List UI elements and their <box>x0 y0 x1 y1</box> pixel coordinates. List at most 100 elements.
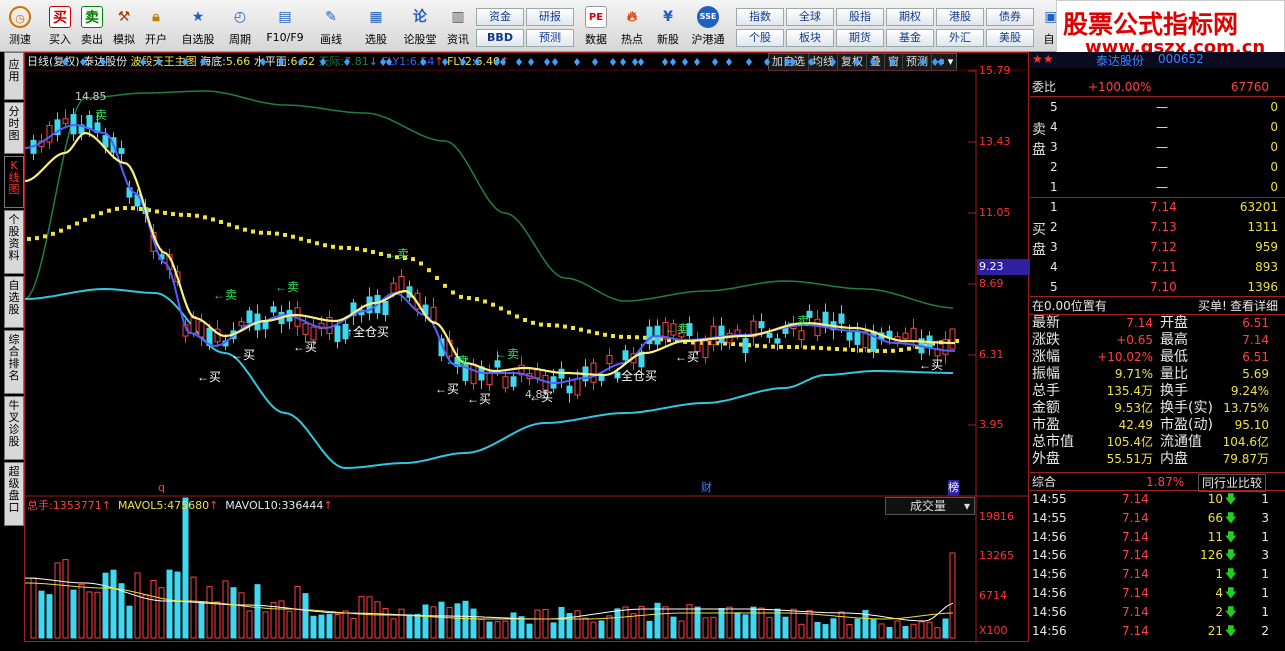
stat-label: 流通值 <box>1160 434 1202 450</box>
stat-value: 9.71% <box>1114 367 1153 381</box>
candle-body <box>702 340 709 359</box>
volume-indicator-select[interactable]: 成交量 ▾ <box>885 497 975 515</box>
tab-watchlist[interactable]: 自选股 <box>4 276 24 328</box>
candle-body <box>118 148 125 154</box>
stat-row: 外盘 55.51万 内盘 79.87万 <box>1030 451 1285 468</box>
stat-row: 涨跌 +0.65 最高 7.14 <box>1030 332 1285 349</box>
tick-volume: 1 <box>1215 567 1223 582</box>
tab-level2[interactable]: 超级盘口 <box>4 462 24 526</box>
hotspot-button[interactable]: 🔥︎ 热点 <box>616 2 648 50</box>
volume-bar <box>422 604 429 639</box>
signal-diamond <box>662 58 668 66</box>
candle-body <box>854 330 861 345</box>
mid-dot <box>203 215 207 220</box>
signal-diamond <box>200 58 206 66</box>
stat-value: 105.4亿 <box>1106 435 1153 449</box>
mid-dot <box>795 345 799 350</box>
index-button[interactable]: 指数 <box>736 8 784 26</box>
volume-bar <box>30 577 37 639</box>
mid-dot <box>523 317 527 322</box>
bonds-button[interactable]: 债券 <box>986 8 1034 26</box>
signal-diamond <box>528 58 534 66</box>
buy-button[interactable]: 买买入 <box>44 2 76 50</box>
vol-value: 1353771 <box>52 499 102 512</box>
tab-ranking[interactable]: 综合排名 <box>4 330 24 394</box>
signal-diamond <box>790 58 796 66</box>
buy-row: 5 7.10 1396 <box>1048 278 1278 297</box>
order-level: 5 <box>1050 100 1058 114</box>
stock-select-button[interactable]: ▦ 选股 <box>358 2 394 50</box>
stock-index-button[interactable]: 股指 <box>836 8 884 26</box>
research-button[interactable]: 研报 <box>526 8 574 26</box>
price-tick-2: 11.05 <box>979 206 1011 219</box>
signal-diamond <box>62 58 68 66</box>
futures-button[interactable]: 期货 <box>836 29 884 47</box>
capital-button[interactable]: 资金 <box>476 8 524 26</box>
forex-button[interactable]: 外汇 <box>936 29 984 47</box>
volume-bar <box>438 601 445 639</box>
kline-chart[interactable]: 日线(复权) 泰达股份 波段天王主图 海底:5.66 水平面:6.62 天际:7… <box>24 52 1030 643</box>
order-price: — <box>1156 160 1168 174</box>
tab-kline[interactable]: K线图 <box>4 156 24 208</box>
volume-bar <box>854 618 861 639</box>
period-button[interactable]: ◴ 周期 <box>222 2 258 50</box>
signal-diamond <box>344 58 350 66</box>
candle-body <box>838 313 845 324</box>
tab-apps[interactable]: 应用 <box>4 52 24 100</box>
simulate-button[interactable]: ⚒ 模拟 <box>108 2 140 50</box>
sector-button[interactable]: 板块 <box>786 29 834 47</box>
mid-dot <box>891 348 895 353</box>
signal-diamond <box>592 58 598 66</box>
mid-dot <box>859 348 863 353</box>
select-icon: ▦ <box>369 9 383 25</box>
candle-body <box>430 306 437 322</box>
open-account-button[interactable]: 🔒︎ 开户 <box>140 2 172 50</box>
hk-stocks-button[interactable]: 港股 <box>936 8 984 26</box>
speedtest-button[interactable]: ◷ 测速 <box>4 2 36 50</box>
down-arrow-icon: 🡇 <box>1224 604 1237 619</box>
sell-button[interactable]: 卖卖出 <box>76 2 108 50</box>
hk-connect-button[interactable]: SSE 沪港通 <box>688 2 728 50</box>
individual-stock-button[interactable]: 个股 <box>736 29 784 47</box>
fund-button[interactable]: 基金 <box>886 29 934 47</box>
f10-button[interactable]: ▤ F10/F9 <box>264 2 306 50</box>
tab-intraday[interactable]: 分时图 <box>4 102 24 154</box>
new-stock-button[interactable]: ¥ 新股 <box>652 2 684 50</box>
stat-label: 开盘 <box>1160 315 1188 331</box>
volume-bar <box>638 605 645 639</box>
signal-diamond <box>638 58 644 66</box>
mid-dot <box>435 276 439 280</box>
price-tick-4: 8.69 <box>979 277 1004 290</box>
tab-profile[interactable]: 个股资料 <box>4 210 24 274</box>
quote-stock-name: 泰达股份 <box>1096 54 1145 68</box>
news-button[interactable]: ▥ 资讯 <box>442 2 474 50</box>
mid-dot <box>635 335 639 340</box>
mid-dot <box>515 314 519 319</box>
order-level: 2 <box>1050 220 1058 234</box>
discuss-button[interactable]: 论论股堂 <box>402 2 438 50</box>
order-level: 4 <box>1050 260 1058 274</box>
draw-line-button[interactable]: ✎ 画线 <box>312 2 350 50</box>
newstock-icon: ¥ <box>663 9 673 25</box>
forecast-button[interactable]: 预测 <box>526 29 574 47</box>
watchlist-button[interactable]: ★ 自选股 <box>178 2 218 50</box>
stat-value: +10.02% <box>1097 350 1153 364</box>
us-stocks-button[interactable]: 美股 <box>986 29 1034 47</box>
volume-bar <box>630 613 637 639</box>
signal-diamond <box>494 58 500 66</box>
hammer-icon: ⚒ <box>117 9 131 25</box>
tick-price: 7.14 <box>1122 623 1149 638</box>
global-button[interactable]: 全球 <box>786 8 834 26</box>
options-button[interactable]: 期权 <box>886 8 934 26</box>
volume-bar <box>262 611 269 639</box>
stat-label: 内盘 <box>1160 451 1188 467</box>
volume-bar <box>942 618 949 639</box>
sell-icon: 卖 <box>81 6 103 28</box>
bbd-button[interactable]: BBD <box>476 29 524 47</box>
signal-diamond <box>620 58 626 66</box>
favorite-star-icon[interactable]: ★★ <box>1032 52 1054 66</box>
tab-diagnosis[interactable]: 牛叉诊股 <box>4 396 24 460</box>
data-button[interactable]: PE 数据 <box>580 2 612 50</box>
buy-signal: ←买 <box>435 382 459 396</box>
mid-dot <box>139 206 143 211</box>
